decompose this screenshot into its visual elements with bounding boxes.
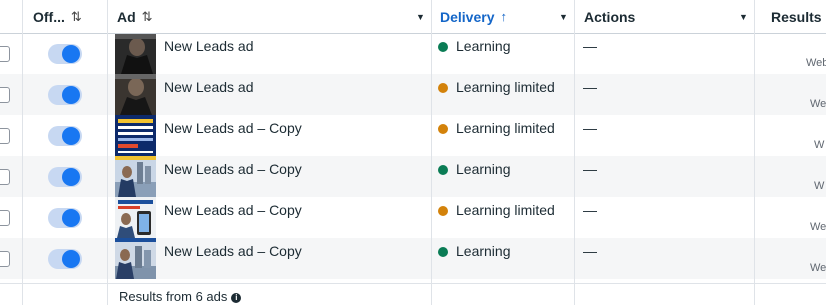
- delivery-status: Learning: [456, 38, 511, 54]
- sort-icon[interactable]: ⇅: [142, 9, 153, 25]
- status-dot: [438, 165, 448, 175]
- ad-thumbnail[interactable]: [115, 74, 156, 115]
- actions-value: —: [583, 161, 597, 177]
- results-value: We: [810, 98, 826, 110]
- row-checkbox[interactable]: [0, 87, 10, 103]
- ad-thumbnail[interactable]: [115, 197, 156, 238]
- delivery-status: Learning limited: [456, 202, 555, 218]
- ad-name[interactable]: New Leads ad – Copy: [164, 120, 302, 136]
- results-value: W: [814, 180, 825, 192]
- actions-value: —: [583, 38, 597, 54]
- column-header-actions[interactable]: Actions: [584, 0, 724, 33]
- ad-name[interactable]: New Leads ad: [164, 79, 254, 95]
- status-dot: [438, 124, 448, 134]
- on-off-toggle[interactable]: [48, 126, 82, 146]
- column-divider[interactable]: [22, 0, 23, 305]
- column-header-off-label: Off...: [33, 8, 65, 25]
- row-checkbox[interactable]: [0, 169, 10, 185]
- sort-ascending-icon[interactable]: ↑: [500, 9, 507, 24]
- table-footer: Results from 6 ads i: [0, 283, 826, 306]
- row-checkbox[interactable]: [0, 46, 10, 62]
- results-value: We: [810, 221, 826, 233]
- chevron-down-icon[interactable]: ▼: [739, 0, 748, 33]
- toggle-knob: [62, 168, 80, 186]
- ad-thumbnail[interactable]: [115, 238, 156, 279]
- toggle-knob: [62, 127, 80, 145]
- delivery-status: Learning: [456, 161, 511, 177]
- table-header: Off... ⇅ Ad ⇅ ▼ Delivery ↑ ▼ Actions ▼ R…: [0, 0, 826, 34]
- column-header-off[interactable]: Off... ⇅: [33, 0, 108, 33]
- results-value: W: [814, 139, 825, 151]
- actions-value: —: [583, 79, 597, 95]
- column-header-results-label: Results: [771, 8, 822, 25]
- column-divider[interactable]: [574, 0, 575, 305]
- status-dot: [438, 247, 448, 257]
- column-header-ad-label: Ad: [117, 8, 136, 25]
- toggle-knob: [62, 209, 80, 227]
- column-header-ad[interactable]: Ad ⇅: [117, 0, 407, 33]
- ad-thumbnail[interactable]: [115, 156, 156, 197]
- on-off-toggle[interactable]: [48, 208, 82, 228]
- sort-icon[interactable]: ⇅: [71, 9, 82, 25]
- column-header-results[interactable]: Results ↑: [771, 0, 826, 33]
- chevron-down-icon[interactable]: ▼: [559, 0, 568, 33]
- column-divider[interactable]: [431, 0, 432, 305]
- results-summary: Results from 6 ads i: [119, 289, 242, 304]
- on-off-toggle[interactable]: [48, 249, 82, 269]
- ad-name[interactable]: New Leads ad – Copy: [164, 202, 302, 218]
- row-checkbox[interactable]: [0, 251, 10, 267]
- status-dot: [438, 42, 448, 52]
- on-off-toggle[interactable]: [48, 44, 82, 64]
- delivery-status: Learning limited: [456, 79, 555, 95]
- table-row[interactable]: New Leads ad – Copy Learning limited — W…: [0, 197, 826, 238]
- actions-value: —: [583, 243, 597, 259]
- table-row[interactable]: New Leads ad Learning limited — We: [0, 74, 826, 115]
- on-off-toggle[interactable]: [48, 85, 82, 105]
- ads-table: New Leads ad Learning — Web New Leads ad…: [0, 0, 826, 306]
- ad-thumbnail[interactable]: [115, 33, 156, 74]
- column-header-actions-label: Actions: [584, 8, 636, 25]
- results-value: We: [810, 262, 826, 274]
- column-divider[interactable]: [754, 0, 755, 305]
- ad-name[interactable]: New Leads ad: [164, 38, 254, 54]
- table-row[interactable]: New Leads ad Learning — Web: [0, 33, 826, 74]
- info-icon[interactable]: i: [231, 292, 242, 303]
- toggle-knob: [62, 45, 80, 63]
- status-dot: [438, 206, 448, 216]
- on-off-toggle[interactable]: [48, 167, 82, 187]
- delivery-status: Learning limited: [456, 120, 555, 136]
- actions-value: —: [583, 202, 597, 218]
- actions-value: —: [583, 120, 597, 136]
- table-row[interactable]: New Leads ad – Copy Learning — W: [0, 156, 826, 197]
- row-checkbox[interactable]: [0, 128, 10, 144]
- ad-thumbnail[interactable]: [115, 115, 156, 156]
- chevron-down-icon[interactable]: ▼: [416, 0, 425, 33]
- row-checkbox[interactable]: [0, 210, 10, 226]
- ad-name[interactable]: New Leads ad – Copy: [164, 161, 302, 177]
- toggle-knob: [62, 250, 80, 268]
- delivery-status: Learning: [456, 243, 511, 259]
- status-dot: [438, 83, 448, 93]
- column-divider[interactable]: [107, 0, 108, 305]
- ad-name[interactable]: New Leads ad – Copy: [164, 243, 302, 259]
- column-header-delivery-label: Delivery: [440, 8, 495, 25]
- results-value: Web: [806, 57, 826, 69]
- toggle-knob: [62, 86, 80, 104]
- results-summary-text: Results from 6 ads: [119, 289, 228, 304]
- table-row[interactable]: New Leads ad – Copy Learning — We: [0, 238, 826, 279]
- table-row[interactable]: New Leads ad – Copy Learning limited — W: [0, 115, 826, 156]
- column-header-delivery[interactable]: Delivery ↑: [440, 0, 550, 33]
